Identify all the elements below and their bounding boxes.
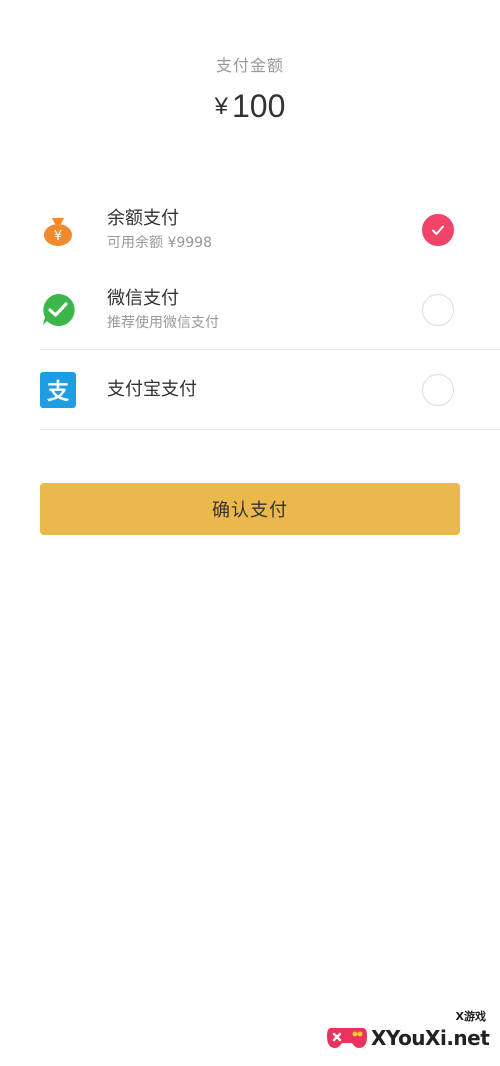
radio-unselected[interactable]: [422, 373, 454, 406]
payment-method-list: ¥ 余额支付 可用余额 ¥9998 微信支付 推荐使用微信支付 支 支付宝支付: [40, 190, 500, 430]
confirm-payment-button[interactable]: 确认支付: [40, 483, 460, 535]
check-icon: [432, 225, 444, 235]
watermark-tag: X游戏: [455, 1010, 486, 1023]
svg-text:支: 支: [47, 380, 70, 405]
payment-page: 支付金额 ¥100 ¥ 余额支付 可用余额 ¥9998 微信支付 推荐使用微信支…: [0, 0, 500, 1066]
svg-text:¥: ¥: [54, 229, 62, 244]
money-bag-icon: ¥: [40, 212, 76, 248]
payment-method-wechat[interactable]: 微信支付 推荐使用微信支付: [40, 270, 500, 350]
amount-number: 100: [231, 88, 286, 124]
watermark-logo: X游戏 XYouXi.net: [325, 1008, 490, 1054]
wechat-icon: [40, 292, 76, 328]
watermark-brand: XYouXi.net: [371, 1026, 490, 1050]
payment-method-balance[interactable]: ¥ 余额支付 可用余额 ¥9998: [40, 190, 500, 270]
radio-unselected[interactable]: [422, 293, 454, 326]
alipay-icon: 支: [40, 371, 76, 408]
gamepad-icon: [327, 1028, 367, 1048]
payment-method-alipay[interactable]: 支 支付宝支付: [40, 350, 500, 430]
currency-symbol: ¥: [214, 93, 228, 120]
amount-label: 支付金额: [215, 56, 284, 75]
payment-amount-block: 支付金额 ¥100: [0, 52, 500, 125]
amount-value: ¥100: [0, 88, 500, 125]
radio-selected[interactable]: [422, 214, 454, 246]
